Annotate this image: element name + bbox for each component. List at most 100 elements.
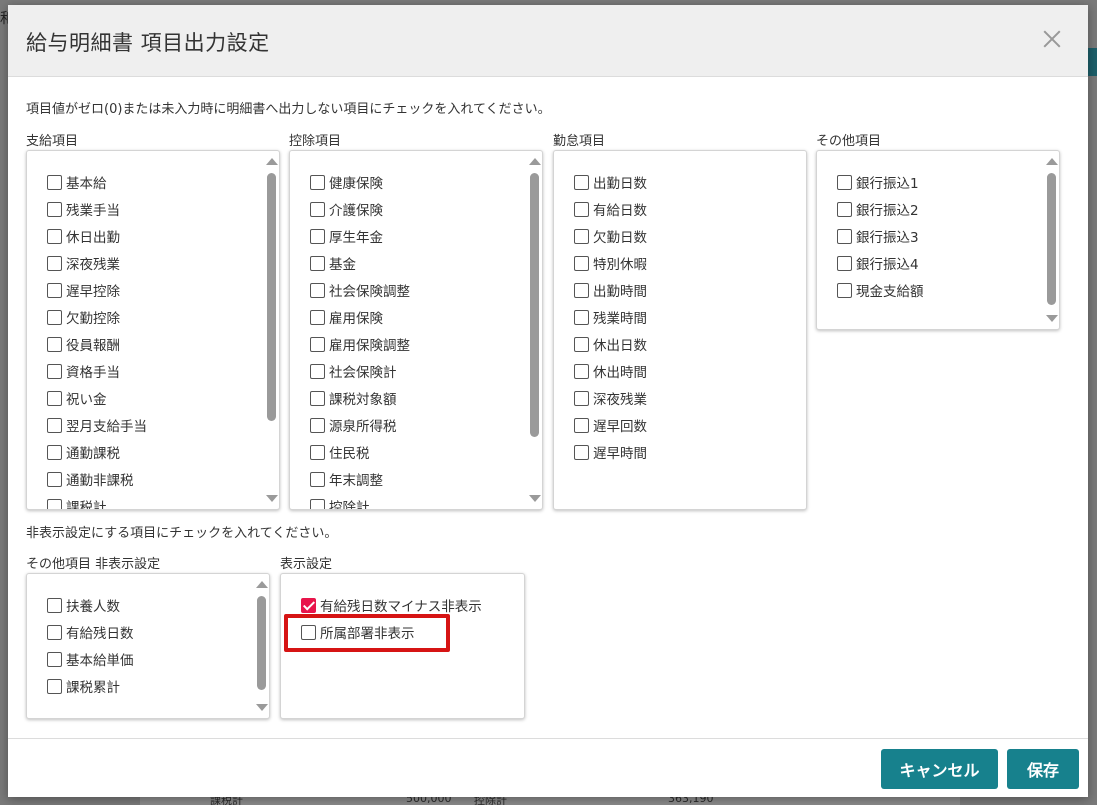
checkbox[interactable] — [310, 444, 325, 460]
checkbox-item[interactable]: 深夜残業 — [47, 253, 120, 273]
checkbox-item[interactable]: 銀行振込4 — [837, 253, 919, 273]
checkbox-item[interactable]: 雇用保険 — [310, 307, 383, 327]
checkbox-item[interactable]: 出勤日数 — [574, 172, 647, 192]
checkbox[interactable] — [574, 363, 589, 379]
checkbox-item[interactable]: 社会保険調整 — [310, 280, 410, 300]
checkbox-item[interactable]: 銀行振込1 — [837, 172, 919, 192]
checkbox[interactable] — [47, 174, 62, 190]
checkbox[interactable] — [310, 363, 325, 379]
checkbox[interactable] — [574, 309, 589, 325]
checkbox[interactable] — [47, 498, 62, 509]
scroll-up-icon[interactable] — [1046, 158, 1058, 165]
payment-scrollbar[interactable] — [263, 151, 279, 509]
checkbox[interactable] — [47, 363, 62, 379]
checkbox-item[interactable]: 社会保険計 — [310, 361, 397, 381]
other-listbox[interactable]: 銀行振込1 銀行振込2 銀行振込3 銀行振込4 現金支給額 — [816, 150, 1060, 330]
scroll-thumb[interactable] — [267, 173, 276, 421]
scroll-down-icon[interactable] — [256, 704, 268, 711]
checkbox-item[interactable]: 銀行振込3 — [837, 226, 919, 246]
checkbox[interactable] — [310, 228, 325, 244]
scroll-up-icon[interactable] — [266, 158, 278, 165]
checkbox[interactable] — [310, 417, 325, 433]
checkbox-item[interactable]: 役員報酬 — [47, 334, 120, 354]
checkbox[interactable] — [574, 201, 589, 217]
checkbox-item[interactable]: 通勤課税 — [47, 442, 120, 462]
checkbox[interactable] — [47, 390, 62, 406]
scroll-thumb[interactable] — [257, 596, 266, 690]
checkbox-item[interactable]: 有給残日数 — [47, 622, 134, 642]
checkbox-item[interactable]: 遅早時間 — [574, 442, 647, 462]
checkbox[interactable] — [47, 309, 62, 325]
scroll-up-icon[interactable] — [529, 158, 541, 165]
checkbox[interactable] — [310, 498, 325, 509]
deduction-scrollbar[interactable] — [526, 151, 542, 509]
checkbox[interactable] — [47, 651, 62, 667]
checkbox-item[interactable]: 課税対象額 — [310, 388, 397, 408]
checkbox[interactable] — [310, 255, 325, 271]
checkbox-item[interactable]: 課税計 — [47, 496, 107, 509]
checkbox[interactable] — [837, 228, 852, 244]
checkbox[interactable] — [574, 336, 589, 352]
checkbox[interactable] — [574, 444, 589, 460]
checkbox[interactable] — [47, 228, 62, 244]
checkbox[interactable] — [310, 390, 325, 406]
payment-listbox[interactable]: 基本給 残業手当 休日出勤 深夜残業 遅早控除 欠勤控除 役員報酬 資格手当 祝い金 翌月支給手当… — [26, 150, 280, 510]
checked-checkbox[interactable] — [301, 597, 316, 613]
checkbox-item[interactable]: 健康保険 — [310, 172, 383, 192]
checkbox-item[interactable]: 年末調整 — [310, 469, 383, 489]
checkbox[interactable] — [47, 417, 62, 433]
cancel-button[interactable]: キャンセル — [881, 749, 998, 789]
checkbox-item[interactable]: 遅早控除 — [47, 280, 120, 300]
checkbox-item[interactable]: 住民税 — [310, 442, 370, 462]
checkbox-item[interactable]: 厚生年金 — [310, 226, 383, 246]
checkbox-item[interactable]: 欠勤控除 — [47, 307, 120, 327]
checkbox-item[interactable]: 遅早回数 — [574, 415, 647, 435]
scroll-thumb[interactable] — [1047, 173, 1056, 305]
scroll-thumb[interactable] — [530, 173, 539, 437]
checkbox-item[interactable]: 銀行振込2 — [837, 199, 919, 219]
checkbox[interactable] — [837, 201, 852, 217]
deduction-listbox[interactable]: 健康保険 介護保険 厚生年金 基金 社会保険調整 雇用保険 雇用保険調整 社会保険計 課税対象額… — [289, 150, 543, 510]
checkbox[interactable] — [47, 597, 62, 613]
checkbox-item[interactable]: 欠勤日数 — [574, 226, 647, 246]
checkbox-item[interactable]: 控除計 — [310, 496, 370, 509]
checkbox[interactable] — [47, 624, 62, 640]
scroll-up-icon[interactable] — [256, 581, 268, 588]
checkbox-item[interactable]: 休日出勤 — [47, 226, 120, 246]
checkbox[interactable] — [837, 255, 852, 271]
other-scrollbar[interactable] — [1043, 151, 1059, 329]
checkbox-item[interactable]: 残業手当 — [47, 199, 120, 219]
checkbox-item[interactable]: 有給日数 — [574, 199, 647, 219]
checkbox-item[interactable]: 現金支給額 — [837, 280, 924, 300]
checkbox[interactable] — [310, 201, 325, 217]
checkbox[interactable] — [47, 471, 62, 487]
checkbox-item[interactable]: 基本給 — [47, 172, 107, 192]
checkbox-item[interactable]: 休出時間 — [574, 361, 647, 381]
checkbox-item[interactable]: 介護保険 — [310, 199, 383, 219]
checkbox-item[interactable]: 通勤非課税 — [47, 469, 134, 489]
checkbox-item[interactable]: 課税累計 — [47, 676, 120, 696]
checkbox[interactable] — [574, 282, 589, 298]
checkbox[interactable] — [310, 282, 325, 298]
scroll-down-icon[interactable] — [529, 495, 541, 502]
checkbox[interactable] — [310, 336, 325, 352]
checkbox-item[interactable]: 祝い金 — [47, 388, 107, 408]
checkbox[interactable] — [574, 390, 589, 406]
checkbox[interactable] — [574, 174, 589, 190]
checkbox-item[interactable]: 基本給単価 — [47, 649, 134, 669]
checkbox-item[interactable]: 翌月支給手当 — [47, 415, 147, 435]
checkbox-item[interactable]: 出勤時間 — [574, 280, 647, 300]
close-icon[interactable] — [1038, 25, 1066, 53]
attendance-listbox[interactable]: 出勤日数 有給日数 欠勤日数 特別休暇 出勤時間 残業時間 休出日数 休出時間 深夜残業 遅早回数… — [553, 150, 807, 510]
checkbox[interactable] — [574, 228, 589, 244]
checkbox[interactable] — [47, 678, 62, 694]
other-hidden-scrollbar[interactable] — [253, 574, 269, 718]
scroll-down-icon[interactable] — [1046, 315, 1058, 322]
checkbox[interactable] — [47, 336, 62, 352]
checkbox[interactable] — [47, 282, 62, 298]
checkbox[interactable] — [310, 471, 325, 487]
hide-negative-leave-checkbox-item[interactable]: 有給残日数マイナス非表示 — [301, 595, 482, 615]
checkbox-item[interactable]: 雇用保険調整 — [310, 334, 410, 354]
scroll-down-icon[interactable] — [266, 495, 278, 502]
checkbox-item[interactable]: 特別休暇 — [574, 253, 647, 273]
